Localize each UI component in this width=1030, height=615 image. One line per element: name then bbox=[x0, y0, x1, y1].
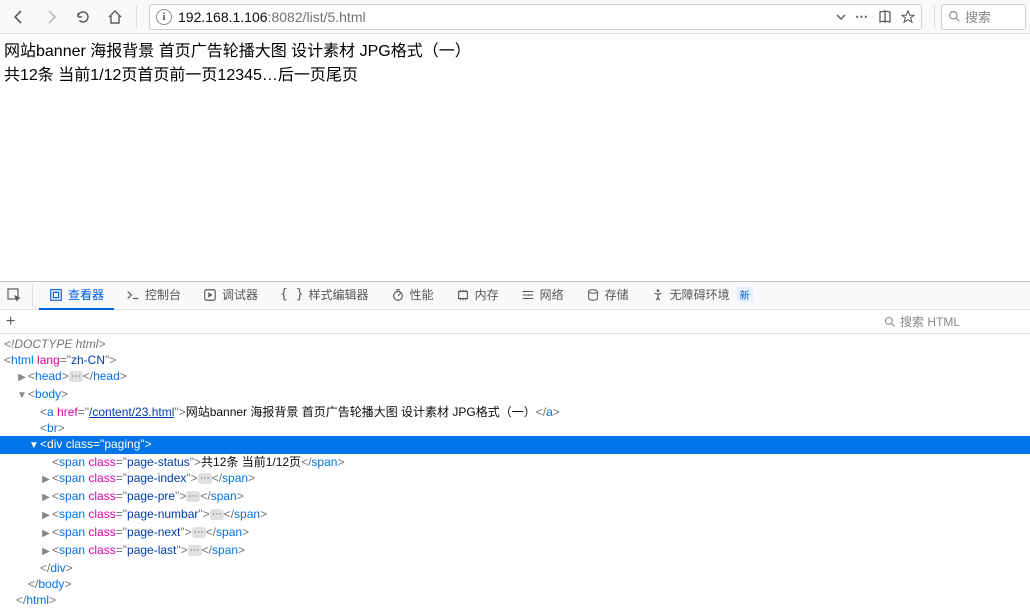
tab-accessibility[interactable]: 无障碍环境 新 bbox=[641, 282, 763, 310]
add-button[interactable]: + bbox=[6, 313, 15, 331]
page-content: 网站banner 海报背景 首页广告轮播大图 设计素材 JPG格式（一） 共12… bbox=[0, 34, 1030, 281]
url-bar[interactable]: i 192.168.1.106:8082/list/5.html ⋯ bbox=[149, 4, 922, 30]
separator bbox=[136, 6, 137, 28]
bookmark-icon[interactable] bbox=[901, 10, 915, 24]
search-placeholder: 搜索 bbox=[965, 7, 991, 26]
tab-memory[interactable]: 内存 bbox=[446, 282, 509, 310]
devtools: 查看器 控制台 调试器 { } 样式编辑器 性能 内存 网络 存储 bbox=[0, 281, 1030, 615]
tab-performance[interactable]: 性能 bbox=[381, 282, 444, 310]
page-next[interactable]: 后一页 bbox=[278, 67, 326, 84]
content-link[interactable]: 网站banner 海报背景 首页广告轮播大图 设计素材 JPG格式（一） bbox=[4, 43, 471, 60]
devtools-subtoolbar: + 搜索 HTML bbox=[0, 310, 1030, 334]
selected-node: ▼<div class="paging"> bbox=[0, 436, 1030, 454]
forward-button[interactable] bbox=[36, 3, 66, 31]
page-numbers[interactable]: 12345… bbox=[217, 67, 278, 84]
paging: 共12条 当前1/12页首页前一页12345…后一页尾页 bbox=[4, 67, 358, 84]
browser-toolbar: i 192.168.1.106:8082/list/5.html ⋯ 搜索 bbox=[0, 0, 1030, 34]
devtools-main: + 搜索 HTML <!DOCTYPE html> <html lang="zh… bbox=[0, 310, 1030, 615]
page-last[interactable]: 尾页 bbox=[326, 67, 358, 84]
dom-tree[interactable]: <!DOCTYPE html> <html lang="zh-CN"> ▶<he… bbox=[0, 334, 1030, 615]
tab-network[interactable]: 网络 bbox=[511, 282, 574, 310]
element-picker-icon[interactable] bbox=[4, 285, 26, 307]
url-actions: ⋯ bbox=[835, 9, 915, 25]
site-info-icon[interactable]: i bbox=[156, 9, 172, 25]
html-search[interactable]: 搜索 HTML bbox=[884, 312, 1024, 332]
chevron-down-icon[interactable] bbox=[835, 11, 847, 23]
page-index[interactable]: 首页 bbox=[137, 67, 169, 84]
back-button[interactable] bbox=[4, 3, 34, 31]
search-box[interactable]: 搜索 bbox=[941, 4, 1026, 30]
tab-storage[interactable]: 存储 bbox=[576, 282, 639, 310]
tab-console[interactable]: 控制台 bbox=[116, 282, 191, 310]
home-button[interactable] bbox=[100, 3, 130, 31]
dots-icon[interactable]: ⋯ bbox=[855, 9, 869, 25]
tab-debugger[interactable]: 调试器 bbox=[193, 282, 268, 310]
page-status: 共12条 当前1/12页 bbox=[4, 67, 137, 84]
url-text: 192.168.1.106:8082/list/5.html bbox=[178, 9, 829, 25]
new-badge: 新 bbox=[737, 287, 753, 302]
tab-style-editor[interactable]: { } 样式编辑器 bbox=[270, 282, 379, 310]
reader-icon[interactable] bbox=[877, 9, 893, 25]
separator bbox=[32, 285, 33, 307]
devtools-tabs: 查看器 控制台 调试器 { } 样式编辑器 性能 内存 网络 存储 bbox=[0, 282, 1030, 310]
page-pre[interactable]: 前一页 bbox=[169, 67, 217, 84]
tab-inspector[interactable]: 查看器 bbox=[39, 282, 114, 310]
devtools-body: + 搜索 HTML <!DOCTYPE html> <html lang="zh… bbox=[0, 310, 1030, 615]
separator bbox=[934, 6, 935, 28]
reload-button[interactable] bbox=[68, 3, 98, 31]
